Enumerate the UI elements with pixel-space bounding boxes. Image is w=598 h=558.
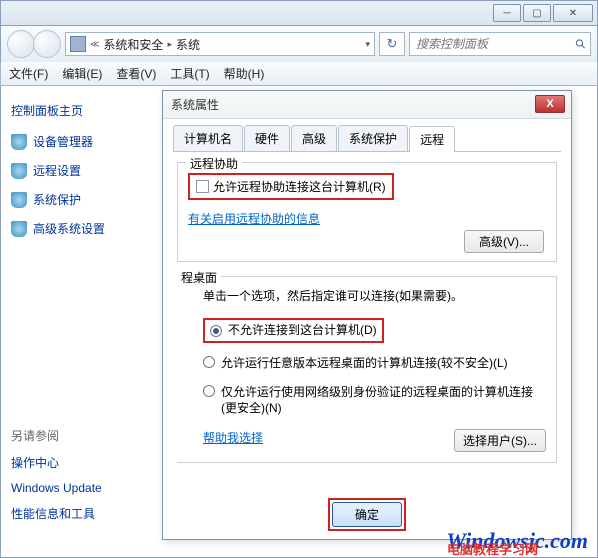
- system-properties-dialog: 系统属性 X 计算机名 硬件 高级 系统保护 远程 远程协助 允许远程协助连接这…: [162, 90, 572, 540]
- highlight-box: 确定: [328, 498, 406, 531]
- search-box[interactable]: [409, 32, 591, 56]
- search-icon: [575, 36, 586, 52]
- forward-button[interactable]: [33, 30, 61, 58]
- menu-help[interactable]: 帮助(H): [224, 65, 265, 82]
- sidebar-item-system-protection[interactable]: 系统保护: [11, 191, 141, 208]
- maximize-button[interactable]: ▢: [523, 4, 551, 22]
- nav-bar: ≪ 系统和安全 ▸ 系统 ▾ ↻: [0, 26, 598, 62]
- sidebar-title[interactable]: 控制面板主页: [11, 102, 141, 119]
- highlight-box: 允许远程协助连接这台计算机(R): [188, 173, 394, 200]
- allow-remote-assist-checkbox[interactable]: [196, 180, 209, 193]
- remote-desktop-note: 单击一个选项，然后指定谁可以连接(如果需要)。: [203, 287, 546, 304]
- see-also-windows-update[interactable]: Windows Update: [11, 481, 141, 495]
- ok-button[interactable]: 确定: [332, 502, 402, 527]
- tab-advanced[interactable]: 高级: [291, 125, 337, 151]
- breadcrumb[interactable]: ≪ 系统和安全 ▸ 系统 ▾: [65, 32, 375, 56]
- see-also-action-center[interactable]: 操作中心: [11, 454, 141, 471]
- sidebar: 控制面板主页 设备管理器 远程设置 系统保护 高级系统设置 另请参阅 操作中心 …: [1, 86, 151, 557]
- select-users-button[interactable]: 选择用户(S)...: [454, 429, 546, 452]
- chevron-right-icon: ▸: [167, 39, 172, 50]
- see-also-title: 另请参阅: [11, 427, 141, 444]
- highlight-box: 不允许连接到这台计算机(D): [203, 318, 384, 343]
- allow-remote-assist-label: 允许远程协助连接这台计算机(R): [213, 178, 386, 195]
- sidebar-item-label: 远程设置: [33, 162, 81, 179]
- window-title-bar: ─ ▢ ✕: [0, 0, 598, 26]
- dialog-close-button[interactable]: X: [535, 95, 565, 113]
- help-me-choose-link[interactable]: 帮助我选择: [203, 431, 263, 445]
- breadcrumb-part[interactable]: 系统: [176, 36, 200, 53]
- tab-remote[interactable]: 远程: [409, 126, 455, 152]
- shield-icon: [11, 192, 27, 208]
- breadcrumb-part[interactable]: 系统和安全: [103, 36, 163, 53]
- menu-tools[interactable]: 工具(T): [170, 65, 209, 82]
- sidebar-item-label: 高级系统设置: [33, 220, 105, 237]
- sidebar-item-device-manager[interactable]: 设备管理器: [11, 133, 141, 150]
- menu-view[interactable]: 查看(V): [116, 65, 156, 82]
- tab-computer-name[interactable]: 计算机名: [173, 125, 243, 151]
- sidebar-item-label: 系统保护: [33, 191, 81, 208]
- menu-edit[interactable]: 编辑(E): [62, 65, 102, 82]
- shield-icon: [11, 134, 27, 150]
- shield-icon: [11, 163, 27, 179]
- remote-assist-help-link[interactable]: 有关启用远程协助的信息: [188, 210, 320, 227]
- remote-desktop-legend: 程桌面: [177, 269, 221, 286]
- menu-bar: 文件(F) 编辑(E) 查看(V) 工具(T) 帮助(H): [0, 62, 598, 86]
- chevron-right-icon: ≪: [90, 39, 99, 50]
- radio-dont-allow[interactable]: [210, 325, 222, 337]
- radio-allow-nla[interactable]: [203, 385, 215, 397]
- dialog-body: 远程协助 允许远程协助连接这台计算机(R) 有关启用远程协助的信息 高级(V).…: [163, 152, 571, 471]
- advanced-button[interactable]: 高级(V)...: [464, 230, 544, 253]
- refresh-button[interactable]: ↻: [379, 32, 405, 56]
- tab-system-protection[interactable]: 系统保护: [338, 125, 408, 151]
- see-also-performance[interactable]: 性能信息和工具: [11, 505, 141, 522]
- sidebar-item-advanced-settings[interactable]: 高级系统设置: [11, 220, 141, 237]
- sidebar-item-label: 设备管理器: [33, 133, 93, 150]
- menu-file[interactable]: 文件(F): [9, 65, 48, 82]
- remote-assistance-group: 远程协助 允许远程协助连接这台计算机(R) 有关启用远程协助的信息 高级(V).…: [177, 162, 557, 262]
- control-panel-icon: [70, 36, 86, 52]
- radio-allow-nla-label: 仅允许运行使用网络级别身份验证的远程桌面的计算机连接(更安全)(N): [221, 384, 546, 418]
- remote-assistance-legend: 远程协助: [186, 155, 242, 172]
- minimize-button[interactable]: ─: [493, 4, 521, 22]
- watermark-text: 电脑教程学习网: [447, 539, 538, 558]
- back-button[interactable]: [7, 30, 35, 58]
- radio-allow-any[interactable]: [203, 356, 215, 368]
- chevron-down-icon[interactable]: ▾: [365, 39, 370, 50]
- remote-desktop-group: 程桌面 单击一个选项，然后指定谁可以连接(如果需要)。 不允许连接到这台计算机(…: [177, 276, 557, 463]
- shield-icon: [11, 221, 27, 237]
- refresh-icon: ↻: [387, 36, 398, 52]
- dialog-footer: 确定: [163, 498, 571, 531]
- radio-dont-allow-label: 不允许连接到这台计算机(D): [228, 322, 377, 339]
- dialog-title: 系统属性: [171, 96, 219, 113]
- sidebar-item-remote-settings[interactable]: 远程设置: [11, 162, 141, 179]
- radio-allow-any-label: 允许运行任意版本远程桌面的计算机连接(较不安全)(L): [221, 355, 508, 372]
- dialog-tabs: 计算机名 硬件 高级 系统保护 远程: [173, 125, 561, 152]
- search-input[interactable]: [414, 36, 575, 52]
- tab-hardware[interactable]: 硬件: [244, 125, 290, 151]
- close-button[interactable]: ✕: [553, 4, 593, 22]
- dialog-title-bar: 系统属性 X: [163, 91, 571, 119]
